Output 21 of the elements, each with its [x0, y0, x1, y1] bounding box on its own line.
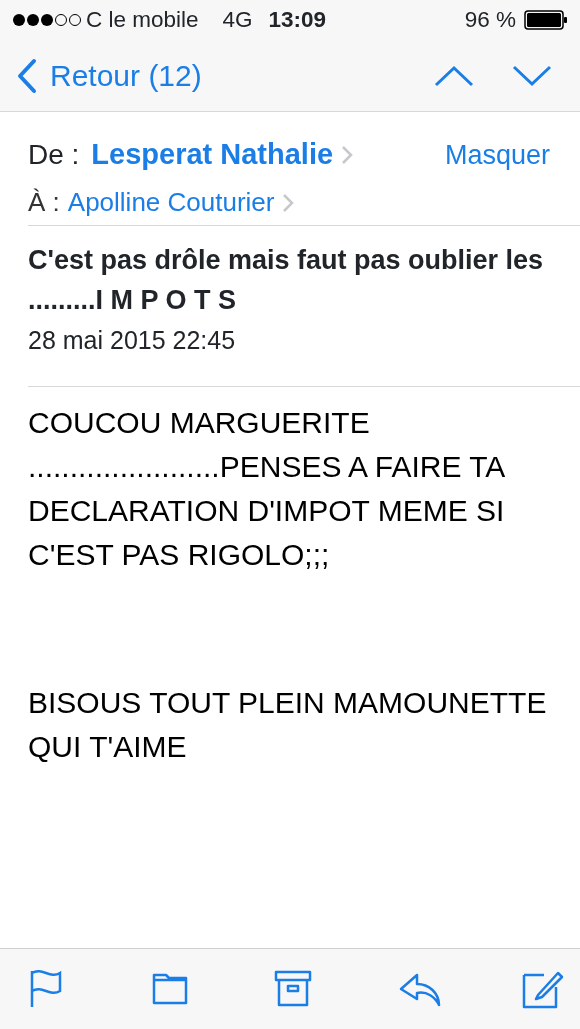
signal-icon: [12, 13, 82, 27]
to-label: À :: [28, 186, 60, 219]
email-paragraph: COUCOU MARGUERITE: [28, 404, 371, 441]
next-message-button[interactable]: [512, 64, 552, 87]
battery-percent: 96 %: [464, 6, 516, 35]
from-label: De :: [28, 138, 80, 172]
chevron-icon: [341, 145, 354, 165]
carrier-name: C le mobile: [86, 6, 199, 35]
clock-time: 13:09: [268, 6, 327, 35]
battery-icon: [524, 10, 568, 30]
email-paragraph: BISOUS TOUT PLEIN MAMOUNETTE QUI T'AIME: [28, 684, 548, 765]
hide-button[interactable]: Masquer: [444, 134, 550, 176]
recipient-name[interactable]: Apolline Couturier: [67, 183, 275, 222]
chevron-icon: [282, 192, 295, 213]
email-subject: C'est pas drôle mais faut pas oublier les .........I M P O T S: [28, 244, 545, 317]
previous-message-button[interactable]: [434, 64, 474, 87]
sender-name[interactable]: Lesperat Nathalie: [91, 133, 334, 177]
email-paragraph: .......................PENSES A FAIRE TA DECLARATION D'IMPOT MEME SI C'EST PAS RIGOLO;;;: [28, 448, 506, 573]
email-date: 28 mai 2015 22:45: [28, 325, 237, 356]
back-chevron-icon: [16, 57, 38, 94]
network-type: 4G: [222, 6, 253, 35]
